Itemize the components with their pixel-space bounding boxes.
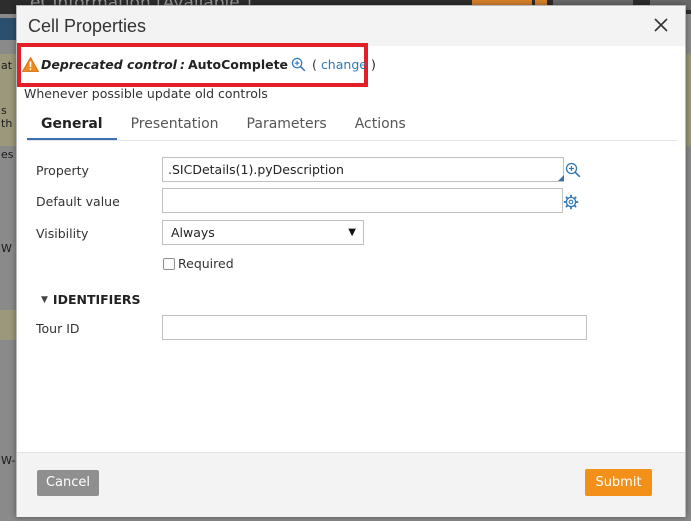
- background-left-panel: at s th es W W-: [0, 14, 16, 521]
- tour-id-label: Tour ID: [36, 321, 80, 336]
- tab-presentation[interactable]: Presentation: [117, 115, 233, 141]
- deprecated-label: Deprecated control: [41, 56, 177, 72]
- submit-button[interactable]: Submit: [585, 469, 652, 496]
- zoom-in-icon[interactable]: [565, 162, 581, 178]
- dialog-footer: Cancel Submit: [17, 452, 685, 517]
- warning-icon: [22, 56, 39, 72]
- background-fragment: at: [1, 59, 13, 72]
- identifiers-header: IDENTIFIERS: [52, 292, 141, 307]
- zoom-in-icon[interactable]: [291, 57, 306, 72]
- default-value-input[interactable]: [162, 188, 563, 213]
- deprecated-separator: :: [179, 56, 185, 72]
- background-bottom: [0, 517, 691, 521]
- dialog-header: Cell Properties: [17, 6, 685, 46]
- deprecated-control-name: AutoComplete: [187, 56, 289, 72]
- change-control-link[interactable]: change: [321, 57, 367, 72]
- dialog-tabs: General Presentation Parameters Actions: [27, 115, 420, 141]
- required-label: Required: [178, 256, 234, 271]
- resize-grip-icon[interactable]: [558, 175, 564, 181]
- visibility-select[interactable]: Always ▼: [162, 220, 364, 245]
- background-fragment: es: [1, 148, 14, 161]
- dropdown-arrow-icon: ▼: [348, 227, 356, 238]
- required-checkbox[interactable]: [163, 258, 175, 270]
- deprecated-control-notice: Deprecated control : AutoComplete ( chan…: [22, 54, 376, 74]
- visibility-label: Visibility: [36, 226, 89, 241]
- visibility-selected-value: Always: [171, 225, 215, 240]
- dialog-title: Cell Properties: [28, 16, 147, 36]
- close-icon[interactable]: [651, 15, 671, 35]
- collapse-triangle-icon: ▼: [41, 294, 48, 305]
- default-value-label: Default value: [36, 194, 120, 209]
- background-right-panel: [686, 14, 691, 521]
- background-fragment: W-: [1, 454, 16, 467]
- tour-id-input[interactable]: [162, 315, 587, 340]
- paren-open: (: [312, 56, 317, 72]
- background-fragment: W: [1, 242, 12, 255]
- tab-divider: [27, 140, 677, 141]
- update-controls-hint: Whenever possible update old controls: [24, 86, 268, 101]
- tab-parameters[interactable]: Parameters: [233, 115, 341, 141]
- paren-close: ): [370, 56, 376, 72]
- identifiers-section-toggle[interactable]: ▼ IDENTIFIERS: [41, 292, 140, 307]
- cell-properties-dialog: Cell Properties Deprecated control : Aut…: [16, 5, 686, 517]
- tab-general[interactable]: General: [27, 115, 117, 141]
- property-input[interactable]: [162, 157, 564, 182]
- cancel-button[interactable]: Cancel: [37, 470, 99, 496]
- tab-actions[interactable]: Actions: [341, 115, 420, 141]
- gear-icon[interactable]: [563, 194, 579, 210]
- background-fragment: s th: [1, 104, 13, 130]
- property-label: Property: [36, 163, 89, 178]
